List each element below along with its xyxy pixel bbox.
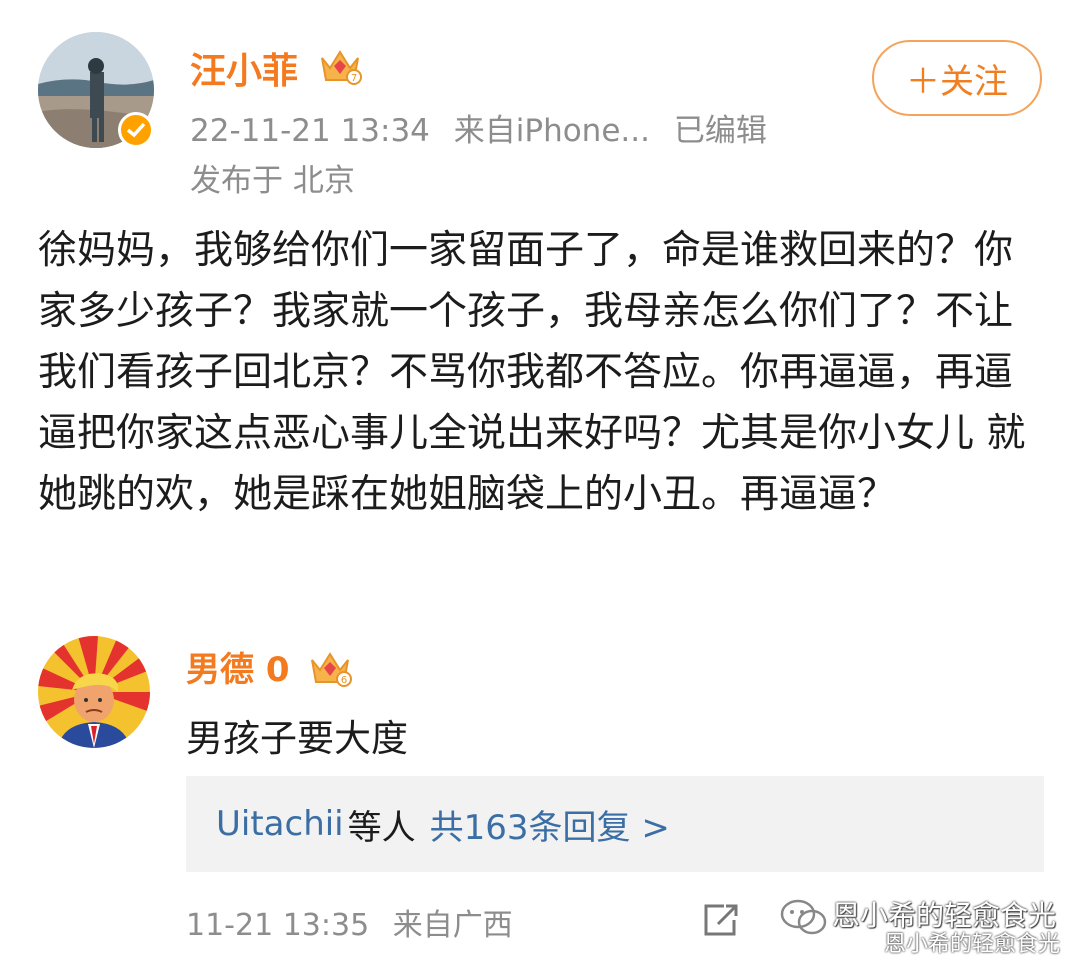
post-edited[interactable]: 已编辑 [674,113,767,149]
replies-link[interactable]: Uitachii 等人 共163条回复 > [186,776,1044,872]
comment-text: 男孩子要大度 [186,717,408,760]
comment-time: 11-21 13:35 [186,908,370,943]
post-time: 22-11-21 13:34 [190,113,430,149]
share-icon[interactable] [702,902,742,942]
post-text: 徐妈妈，我够给你们一家留面子了，命是谁救回来的？你家多少孩子？我家就一个孩子，我… [38,228,1026,517]
commenter-avatar[interactable] [38,636,150,748]
commenter-name[interactable]: 男德 0 [186,642,290,691]
svg-text:7: 7 [351,73,357,84]
wechat-watermark-icon [780,898,828,942]
post-location: 发布于 北京 [190,163,355,199]
verified-badge-icon [118,112,154,148]
vip-crown-icon: 7 [318,46,362,90]
vip-crown-icon: 6 [308,648,352,692]
watermark-text-secondary: 恩小希的轻愈食光 [884,932,1061,957]
post-meta: 22-11-21 13:34 来自iPhone... 已编辑 [190,105,781,150]
comment-source: 来自广西 [392,908,513,943]
post-author-name[interactable]: 汪小菲 [190,42,298,94]
svg-text:6: 6 [341,675,347,686]
replies-user[interactable]: Uitachii [216,804,344,844]
post-source[interactable]: 来自iPhone... [454,113,650,149]
comment-meta: 11-21 13:35 来自广西 [186,900,527,944]
replies-count[interactable]: 共163条回复 > [430,800,670,849]
avatar-cartoon [38,636,150,748]
follow-button[interactable]: ＋关注 [872,40,1042,116]
replies-mid: 等人 [347,807,416,848]
